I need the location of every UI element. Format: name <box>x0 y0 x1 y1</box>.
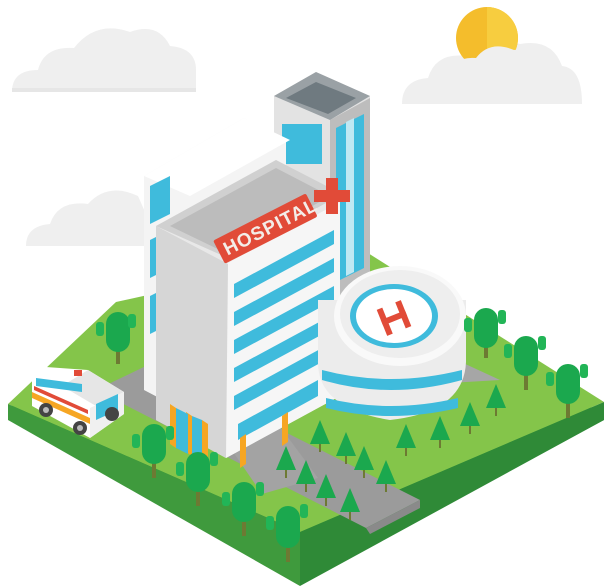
cloud-middle-left <box>26 190 160 246</box>
cloud-top-left <box>12 28 196 92</box>
sun-icon <box>448 7 548 104</box>
hospital-illustration: HOSPITAL <box>8 7 604 586</box>
